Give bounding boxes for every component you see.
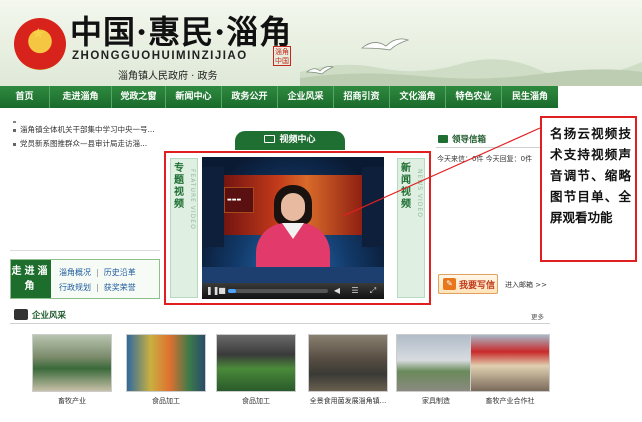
crane-icon	[306, 66, 334, 75]
nav-item-culture[interactable]: 文化淄角	[390, 86, 446, 108]
write-letter-button[interactable]: ✎ 我要写信	[438, 274, 498, 294]
photo-caption[interactable]: 畜牧产业合作社	[470, 396, 550, 406]
photo-caption[interactable]: 食品加工	[126, 396, 206, 406]
video-center-tab[interactable]: 视频中心	[235, 131, 345, 150]
nav-item-news[interactable]: 新闻中心	[166, 86, 222, 108]
pause-icon[interactable]: ❚❚	[206, 286, 219, 296]
list-item[interactable]: 淄角镇全体机关干部集中学习中央一号...	[12, 123, 160, 137]
feature-video-panel[interactable]: 专题视频 FEATURE VIDEO	[170, 158, 198, 298]
news-video-en: NEWS VIDEO	[416, 169, 423, 218]
list-item[interactable]	[12, 115, 160, 123]
site-header: ★ 中国·惠民·淄角 淄角 中国 ZHONGGUOHUIMINZIJIAO 淄角镇…	[0, 0, 642, 86]
anchor-figure	[281, 193, 305, 221]
mail-icon	[438, 135, 448, 143]
enter-ziaojiao-box: 走进淄角 淄角概况 | 历史沿革 行政规划 | 获奖荣誉	[10, 259, 160, 299]
nav-item-party[interactable]: 党政之窗	[112, 86, 166, 108]
news-video-label: 新闻视频	[401, 163, 411, 210]
site-pinyin: ZHONGGUOHUIMINZIJIAO	[72, 50, 248, 62]
separator: |	[96, 283, 99, 292]
studio-panel	[362, 167, 384, 247]
national-emblem-icon: ★	[14, 18, 66, 70]
link-honors[interactable]: 获奖荣誉	[104, 280, 136, 295]
link-planning[interactable]: 行政规划	[59, 280, 91, 295]
news-list: 淄角镇全体机关干部集中学习中央一号... 党员新系图推群众—县审计局走访淄...	[12, 118, 160, 151]
photo-item[interactable]: 家具制造	[396, 334, 476, 406]
stop-icon[interactable]: ■	[217, 286, 227, 296]
photo-image[interactable]	[126, 334, 206, 392]
monitor-icon	[264, 135, 276, 143]
landscape-decoration	[300, 59, 642, 86]
link-overview[interactable]: 淄角概况	[59, 265, 91, 280]
volume-icon[interactable]: ◀	[332, 286, 342, 296]
video-center-label: 视频中心	[279, 135, 316, 145]
more-link[interactable]: 更多	[531, 311, 544, 321]
enter-mailbox-link[interactable]: 进入邮箱 >>	[505, 280, 547, 290]
player-controls: ❚❚ ■ ◀ ☰ ⤢	[202, 283, 384, 299]
studio-panel	[202, 167, 224, 247]
enter-links: 淄角概况 | 历史沿革 行政规划 | 获奖荣誉	[59, 265, 159, 295]
inset-screen: ▬▬▬	[224, 187, 254, 213]
photo-image[interactable]	[308, 334, 388, 392]
photo-caption[interactable]: 家具制造	[396, 396, 476, 406]
video-screen[interactable]: ▬▬▬	[202, 157, 384, 283]
photo-caption[interactable]: 全景食用菌发展淄角镇...	[308, 396, 388, 406]
callout-text: 名扬云视频技术支持视频声音调节、缩略图节目单、全屏观看功能	[550, 126, 631, 225]
camera-icon	[14, 309, 28, 320]
seek-progress	[228, 289, 236, 293]
photo-image[interactable]	[470, 334, 550, 392]
nav-item-investment[interactable]: 招商引资	[334, 86, 390, 108]
photo-image[interactable]	[216, 334, 296, 392]
seal-icon: 淄角 中国	[273, 46, 291, 66]
separator: |	[96, 268, 99, 277]
video-center-frame: 专题视频 FEATURE VIDEO ▬▬▬ ❚❚ ■ ◀ ☰ ⤢ 新闻视频 N…	[164, 151, 431, 305]
enterprise-photos: 畜牧产业 食品加工 食品加工 全景食用菌发展淄角镇... 家具制造 畜牧产业合作…	[12, 334, 552, 420]
news-desk	[202, 267, 384, 283]
photo-image[interactable]	[396, 334, 476, 392]
video-player[interactable]: ▬▬▬ ❚❚ ■ ◀ ☰ ⤢	[202, 157, 384, 299]
enterprise-title: 企业风采	[32, 311, 67, 321]
photo-caption[interactable]: 畜牧产业	[32, 396, 112, 406]
main-nav: 首页 走进淄角 党政之窗 新闻中心 政务公开 企业风采 招商引资 文化淄角 特色…	[0, 86, 558, 108]
photo-image[interactable]	[32, 334, 112, 392]
feature-video-en: FEATURE VIDEO	[189, 169, 196, 230]
photo-item[interactable]: 畜牧产业合作社	[470, 334, 550, 406]
nav-item-agriculture[interactable]: 特色农业	[446, 86, 502, 108]
annotation-callout: 名扬云视频技术支持视频声音调节、缩略图节目单、全屏观看功能	[540, 116, 637, 262]
enterprise-header: 企业风采 更多	[10, 306, 550, 324]
photo-item[interactable]: 全景食用菌发展淄角镇...	[308, 334, 388, 406]
photo-item[interactable]: 食品加工	[126, 334, 206, 406]
photo-caption[interactable]: 食品加工	[216, 396, 296, 406]
site-subtitle: 淄角镇人民政府 · 政务	[118, 71, 218, 82]
photo-item[interactable]: 畜牧产业	[32, 334, 112, 406]
nav-item-about[interactable]: 走进淄角	[50, 86, 112, 108]
seek-bar[interactable]	[228, 289, 328, 293]
write-letter-label: 我要写信	[459, 281, 496, 291]
divider	[10, 250, 160, 251]
nav-item-enterprise[interactable]: 企业风采	[278, 86, 334, 108]
pen-icon: ✎	[443, 278, 456, 290]
nav-item-affairs[interactable]: 政务公开	[222, 86, 278, 108]
fullscreen-icon[interactable]: ⤢	[368, 286, 378, 296]
mailbox-header: 领导信箱	[436, 132, 552, 148]
playlist-icon[interactable]: ☰	[350, 286, 360, 296]
mailbox-stats: 今天来信：0件 今天回复：0件	[437, 155, 533, 163]
feature-video-label: 专题视频	[174, 163, 184, 210]
crane-icon	[360, 38, 410, 51]
enter-label: 走进淄角	[11, 260, 51, 298]
photo-item[interactable]: 食品加工	[216, 334, 296, 406]
site-title: 中国·惠民·淄角	[70, 13, 293, 51]
nav-item-home[interactable]: 首页	[0, 86, 50, 108]
list-item[interactable]: 党员新系图推群众—县审计局走访淄...	[12, 137, 160, 151]
nav-item-livelihood[interactable]: 民生淄角	[502, 86, 558, 108]
mailbox-title: 领导信箱	[452, 135, 487, 145]
link-history[interactable]: 历史沿革	[104, 265, 136, 280]
news-video-panel[interactable]: 新闻视频 NEWS VIDEO	[397, 158, 425, 298]
